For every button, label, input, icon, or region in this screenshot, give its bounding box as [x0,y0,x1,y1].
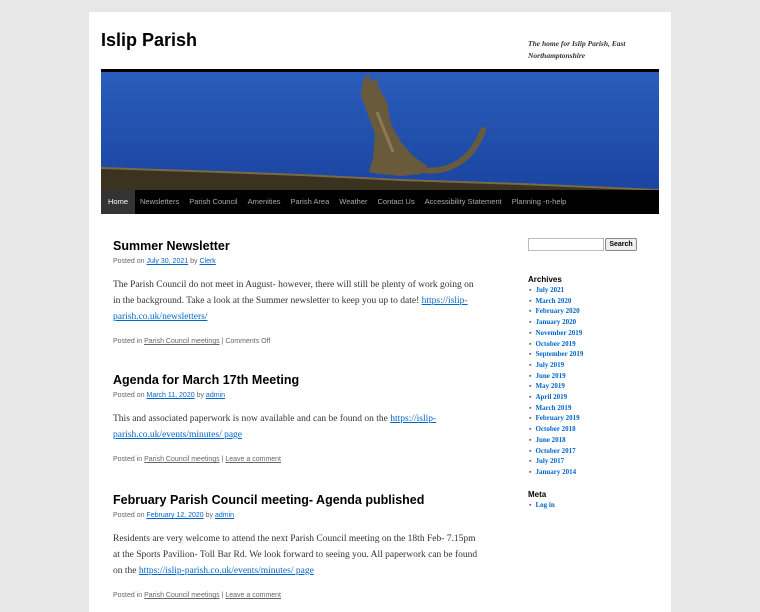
search-input[interactable] [528,238,604,251]
category-link[interactable]: Parish Council meetings [144,592,219,599]
category-link[interactable]: Parish Council meetings [144,338,219,345]
nav-item-planning-help[interactable]: Planning -n-help [507,190,572,214]
post-footer: Posted in Parish Council meetings | Leav… [113,455,483,465]
post-footer: Posted in Parish Council meetings | Comm… [113,337,483,347]
meta-title: Meta [528,490,547,499]
post-meta: Posted on February 12, 2020 by admin [113,511,483,521]
archive-link[interactable]: July 2017 [528,456,583,467]
archives-list: July 2021 March 2020 February 2020 Janua… [528,285,583,478]
post-body: The Parish Council do not meet in August… [113,277,483,325]
separator: | [221,592,224,599]
search-button[interactable]: Search [605,238,637,251]
archives-widget: Archives July 2021 March 2020 February 2… [528,275,583,478]
nav-item-amenities[interactable]: Amenities [243,190,286,214]
post-text: The Parish Council do not meet in August… [113,280,474,306]
archive-link[interactable]: March 2019 [528,403,583,414]
meta-list: Log in [528,500,554,511]
posted-on-label: Posted on [113,392,145,399]
posted-on-label: Posted on [113,258,145,265]
post-link[interactable]: https://islip-parish.co.uk/events/minute… [139,566,314,576]
posted-in-label: Posted in [113,456,143,463]
archive-link[interactable]: January 2014 [528,467,583,478]
post-date-link[interactable]: March 11, 2020 [146,392,194,399]
separator: | [221,338,224,345]
main-navigation: Home Newsletters Parish Council Amenitie… [101,190,659,214]
by-label: by [196,392,204,399]
category-link[interactable]: Parish Council meetings [144,456,219,463]
archives-title: Archives [528,275,562,284]
header-cat-photo [101,72,659,190]
archive-link[interactable]: October 2019 [528,339,583,350]
post: Agenda for March 17th Meeting Posted on … [113,372,483,492]
post-text: This and associated paperwork is now ava… [113,414,388,424]
post-author-link[interactable]: admin [215,512,234,519]
by-label: by [205,512,214,519]
nav-item-parish-area[interactable]: Parish Area [286,190,335,214]
content-area: Summer Newsletter Posted on July 30, 202… [113,238,483,601]
post-meta: Posted on July 30, 2021 by Clerk [113,257,483,267]
post: February Parish Council meeting- Agenda … [113,492,483,601]
by-label: by [190,258,198,265]
nav-item-parish-council[interactable]: Parish Council [184,190,242,214]
nav-item-contact-us[interactable]: Contact Us [373,190,420,214]
archive-link[interactable]: November 2019 [528,328,583,339]
archive-link[interactable]: June 2018 [528,435,583,446]
archive-link[interactable]: April 2019 [528,392,583,403]
nav-item-weather[interactable]: Weather [334,190,372,214]
archive-link[interactable]: January 2020 [528,317,583,328]
site-title[interactable]: Islip Parish [101,30,197,51]
site-description: The home for Islip Parish, East Northamp… [528,39,626,60]
separator: | [221,456,224,463]
post-date-link[interactable]: February 12, 2020 [146,512,203,519]
meta-widget: Meta Log in [528,490,555,511]
nav-item-newsletters[interactable]: Newsletters [135,190,184,214]
header-image [101,69,659,190]
posted-in-label: Posted in [113,338,143,345]
post-author-link[interactable]: Clerk [199,258,215,265]
post-author-link[interactable]: admin [206,392,225,399]
archive-link[interactable]: October 2017 [528,446,583,457]
archive-link[interactable]: September 2019 [528,349,583,360]
archive-link[interactable]: July 2021 [528,285,583,296]
archive-link[interactable]: June 2019 [528,371,583,382]
archive-link[interactable]: March 2020 [528,296,583,307]
archive-link[interactable]: February 2019 [528,413,583,424]
leave-comment-link[interactable]: Leave a comment [225,592,281,599]
archive-link[interactable]: May 2019 [528,381,583,392]
posted-in-label: Posted in [113,592,143,599]
page-wrapper: Islip Parish The home for Islip Parish, … [89,12,671,612]
post-meta: Posted on March 11, 2020 by admin [113,391,483,401]
posted-on-label: Posted on [113,512,145,519]
nav-item-accessibility-statement[interactable]: Accessibility Statement [420,190,507,214]
archive-link[interactable]: February 2020 [528,306,583,317]
post-title[interactable]: Agenda for March 17th Meeting [113,372,483,388]
archive-link[interactable]: October 2018 [528,424,583,435]
login-link[interactable]: Log in [528,500,554,511]
post-body: This and associated paperwork is now ava… [113,411,483,443]
post-date-link[interactable]: July 30, 2021 [146,258,188,265]
post-title[interactable]: February Parish Council meeting- Agenda … [113,492,483,508]
nav-item-home[interactable]: Home [101,190,136,214]
leave-comment-link[interactable]: Leave a comment [225,456,281,463]
comments-status: Comments Off [225,338,271,345]
post-body: Residents are very welcome to attend the… [113,531,483,579]
post-title[interactable]: Summer Newsletter [113,238,483,254]
archive-link[interactable]: July 2019 [528,360,583,371]
post: Summer Newsletter Posted on July 30, 202… [113,238,483,372]
